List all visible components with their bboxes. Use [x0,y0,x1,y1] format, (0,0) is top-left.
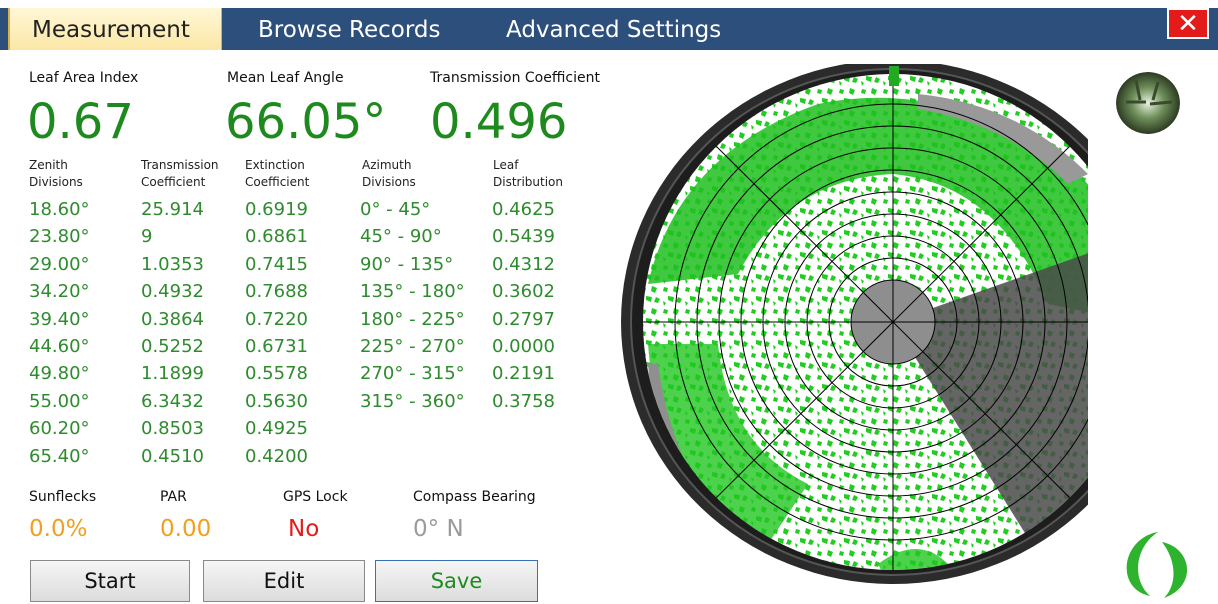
par-label: PAR [160,489,187,505]
canopy-photo-thumbnail[interactable] [1116,72,1180,134]
extinction-column: 0.6919 0.6861 0.7415 0.7688 0.7220 0.673… [245,196,308,470]
zenith-column: 18.60° 23.80° 29.00° 34.20° 39.40° 44.60… [29,196,90,470]
table-cell: 0.0000 [492,335,555,357]
table-cell: 0.4200 [245,445,308,467]
transmission-header: Transmission Coefficient [141,158,219,189]
table-cell: 0.7415 [245,253,308,275]
table-cell: 0.4510 [141,445,204,467]
close-button[interactable]: ✕ [1167,8,1209,39]
azimuth-column: 0° - 45° 45° - 90° 90° - 135° 135° - 180… [360,196,465,415]
table-cell: 0.4312 [492,253,555,275]
table-cell: 0.3864 [141,308,204,330]
table-cell: 0.5439 [492,226,555,248]
table-cell: 0.5630 [245,390,308,412]
table-cell: 225° - 270° [360,335,465,357]
table-cell: 270° - 315° [360,363,465,385]
table-cell: 0.2191 [492,363,555,385]
sunflecks-label: Sunflecks [29,489,97,505]
table-cell: 0.4925 [245,418,308,440]
table-cell: 6.3432 [141,390,204,412]
table-cell: 29.00° [29,253,90,275]
table-cell: 0.8503 [141,418,204,440]
leaf-distribution-header: Leaf Distribution [493,158,564,189]
tab-browse-records[interactable]: Browse Records [258,8,441,50]
table-cell: 315° - 360° [360,390,465,412]
sunflecks-value: 0.0% [29,516,88,542]
tab-advanced-settings[interactable]: Advanced Settings [506,8,721,50]
table-cell: 0.3602 [492,281,555,303]
mla-label: Mean Leaf Angle [227,70,344,86]
table-cell: 9 [141,226,153,248]
table-cell: 90° - 135° [360,253,454,275]
extinction-header: Extinction Coefficient [245,158,310,189]
azimuth-header: Azimuth Divisions [362,158,416,189]
table-cell: 45° - 90° [360,226,442,248]
table-cell: 65.40° [29,445,90,467]
zenith-header: Zenith Divisions [29,158,83,189]
compass-value: 0° N [413,516,464,542]
table-cell: 0.7688 [245,281,308,303]
compass-label: Compass Bearing [413,489,536,505]
start-button[interactable]: Start [30,560,190,602]
leaf-distribution-column: 0.4625 0.5439 0.4312 0.3602 0.2797 0.000… [492,196,555,415]
table-cell: 0° - 45° [360,199,431,220]
table-cell: 39.40° [29,308,90,330]
table-cell: 49.80° [29,363,90,385]
table-cell: 0.3758 [492,390,555,412]
table-cell: 1.1899 [141,363,204,385]
table-cell: 0.6731 [245,335,308,357]
table-cell: 1.0353 [141,253,204,275]
table-cell: 0.4932 [141,281,204,303]
tc-value: 0.496 [430,94,568,150]
edit-button[interactable]: Edit [203,560,365,602]
table-cell: 23.80° [29,226,90,248]
canopy-hemispherical-plot [621,64,1088,584]
tc-label: Transmission Coefficient [430,70,600,86]
table-cell: 0.5252 [141,335,204,357]
table-cell: 0.2797 [492,308,555,330]
table-cell: 0.7220 [245,308,308,330]
mla-value: 66.05° [225,94,387,150]
par-value: 0.00 [160,516,212,542]
lai-label: Leaf Area Index [29,70,139,86]
lai-value: 0.67 [27,94,134,150]
table-cell: 25.914 [141,199,204,220]
table-cell: 135° - 180° [360,281,465,303]
table-cell: 44.60° [29,335,90,357]
table-cell: 180° - 225° [360,308,465,330]
table-cell: 0.6861 [245,226,308,248]
tab-measurement[interactable]: Measurement [8,8,222,50]
gps-value: No [288,516,320,542]
table-cell: 0.4625 [492,199,555,220]
table-cell: 60.20° [29,418,90,440]
save-button[interactable]: Save [375,560,538,602]
transmission-column: 25.914 9 1.0353 0.4932 0.3864 0.5252 1.1… [141,196,204,470]
gps-label: GPS Lock [283,489,348,505]
table-cell: 34.20° [29,281,90,303]
table-cell: 55.00° [29,390,90,412]
leaf-logo-icon [1126,532,1188,599]
table-cell: 0.6919 [245,199,308,220]
close-icon: ✕ [1177,9,1199,39]
table-cell: 0.5578 [245,363,308,385]
table-cell: 18.60° [29,199,90,220]
